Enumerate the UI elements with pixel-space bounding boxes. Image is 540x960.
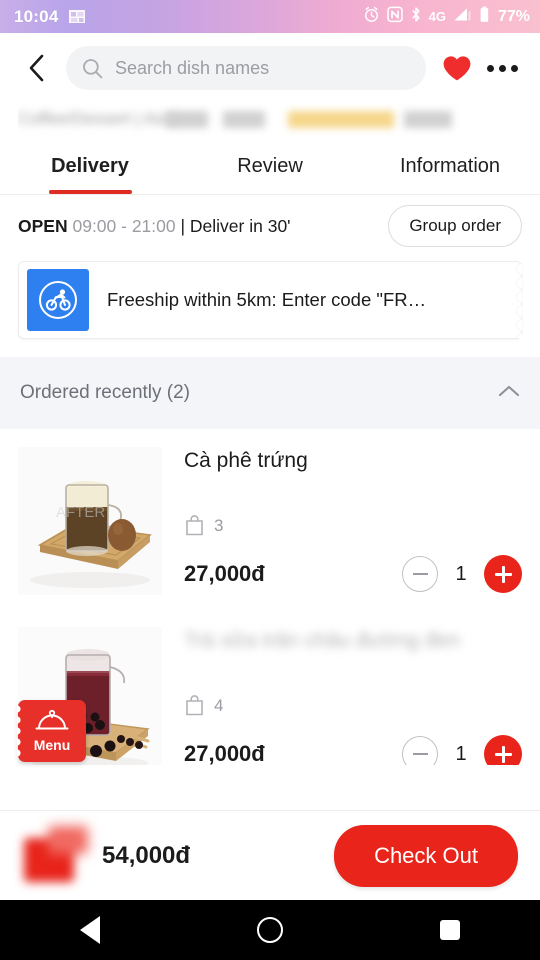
- decrease-quantity-button[interactable]: [402, 556, 438, 593]
- gallery-icon: [68, 8, 87, 25]
- price-row: 27,000đ 1: [184, 555, 522, 594]
- dish-info: Cà phê trứng 3 27,000đ 1: [184, 447, 522, 595]
- tab-information[interactable]: Information: [360, 139, 540, 194]
- heart-icon: [443, 55, 471, 80]
- cart-total: 54,000đ: [102, 841, 191, 869]
- more-options-button[interactable]: [482, 49, 522, 87]
- search-icon: [82, 58, 103, 79]
- bluetooth-icon: [410, 6, 422, 28]
- nfc-icon: [386, 6, 403, 28]
- battery-icon: [479, 6, 490, 28]
- checkout-button[interactable]: Check Out: [334, 824, 518, 887]
- android-back-button[interactable]: [58, 910, 122, 950]
- tab-delivery[interactable]: Delivery: [0, 139, 180, 194]
- order-count-row: 3: [184, 514, 522, 537]
- ordered-recently-header[interactable]: Ordered recently (2): [0, 357, 540, 429]
- search-input[interactable]: [115, 57, 410, 79]
- status-time: 10:04: [14, 6, 59, 26]
- voucher-card[interactable]: Freeship within 5km: Enter code "FR…: [18, 261, 522, 339]
- android-home-button[interactable]: [238, 910, 302, 950]
- restaurant-meta-text: Coffee/Dessert | Asia: [18, 109, 178, 128]
- dish-price: 27,000đ: [184, 741, 265, 765]
- order-count-row: 4: [184, 694, 522, 717]
- store-hours-text: OPEN 09:00 - 21:00 | Deliver in 30': [18, 216, 291, 237]
- back-button[interactable]: [20, 51, 54, 85]
- android-home-icon: [257, 917, 283, 943]
- ticket-scallop-edge: [512, 262, 522, 338]
- search-bar[interactable]: [66, 46, 426, 90]
- dish-name: Cà phê trứng: [184, 449, 308, 472]
- increase-quantity-button[interactable]: [484, 555, 522, 594]
- decrease-quantity-button[interactable]: [402, 736, 438, 765]
- minus-icon: [412, 753, 428, 756]
- meta-block: [404, 111, 452, 128]
- price-row: 27,000đ 1: [184, 735, 522, 765]
- dish-name: Trà sữa trân châu đường đen: [184, 629, 460, 652]
- group-order-button[interactable]: Group order: [388, 205, 522, 247]
- quantity-stepper: 1: [402, 555, 522, 594]
- bike-delivery-icon: [27, 269, 89, 331]
- alarm-icon: [363, 6, 380, 28]
- open-label: OPEN: [18, 215, 68, 236]
- network-type: 4G: [428, 9, 446, 24]
- dish-item[interactable]: AFTER Cà phê trứng 3 27,000đ 1: [0, 429, 540, 609]
- section-title: Ordered recently (2): [20, 382, 191, 403]
- tab-review[interactable]: Review: [180, 139, 360, 194]
- shopping-bag-icon: [186, 515, 203, 536]
- quantity-value: 1: [455, 562, 467, 585]
- menu-floating-button[interactable]: Menu: [17, 700, 86, 762]
- meta-block: [166, 111, 208, 128]
- cart-icon[interactable]: [22, 824, 96, 888]
- shopping-bag-icon: [186, 695, 203, 716]
- android-recents-icon: [440, 920, 460, 940]
- quantity-value: 1: [455, 742, 467, 765]
- order-count: 4: [214, 695, 224, 715]
- android-recents-button[interactable]: [418, 910, 482, 950]
- app-screen: 10:04 4G 77% Search dish names Coffee/De…: [0, 0, 540, 960]
- tab-delivery-label: Delivery: [51, 155, 129, 177]
- dish-price: 27,000đ: [184, 561, 265, 587]
- tab-active-indicator: [48, 190, 132, 194]
- cloche-bell-icon: [35, 709, 69, 730]
- checkout-bar: 54,000đ Check Out: [0, 810, 540, 900]
- svg-text:AFTER: AFTER: [56, 504, 105, 521]
- voucher-text: Freeship within 5km: Enter code "FR…: [107, 289, 427, 310]
- store-status-row: OPEN 09:00 - 21:00 | Deliver in 30' Grou…: [0, 195, 540, 257]
- dish-info: Trà sữa trân châu đường đen 4 27,000đ 1: [184, 627, 522, 765]
- menu-fab-label: Menu: [33, 737, 71, 753]
- android-back-icon: [80, 916, 100, 944]
- tab-review-label: Review: [237, 155, 303, 177]
- battery-percent: 77%: [497, 7, 530, 25]
- status-icons: 4G 77%: [363, 6, 530, 28]
- minus-icon: [412, 573, 428, 576]
- increase-quantity-button[interactable]: [484, 735, 522, 765]
- favorite-button[interactable]: [438, 49, 476, 87]
- meta-block: [223, 111, 265, 128]
- tab-information-label: Information: [399, 155, 501, 177]
- quantity-stepper: 1: [402, 735, 522, 765]
- android-nav-bar: [0, 900, 540, 960]
- order-count: 3: [214, 515, 224, 535]
- rating-stars-blurred: [288, 111, 394, 128]
- voucher-section: Freeship within 5km: Enter code "FR…: [0, 257, 540, 357]
- tab-bar: Delivery Review Information: [0, 139, 540, 195]
- egg-coffee-photo: AFTER: [18, 447, 162, 595]
- chevron-up-icon[interactable]: [498, 384, 520, 403]
- app-header: [0, 33, 540, 103]
- chevron-left-icon: [29, 54, 44, 82]
- signal-icon: [453, 6, 472, 27]
- more-options-icon: [486, 64, 494, 72]
- store-hours: 09:00 - 21:00: [72, 215, 176, 236]
- restaurant-meta-blurred: Coffee/Dessert | Asia: [18, 103, 522, 139]
- delivery-time: | Deliver in 30': [180, 215, 291, 236]
- status-bar: 10:04 4G 77%: [0, 0, 540, 33]
